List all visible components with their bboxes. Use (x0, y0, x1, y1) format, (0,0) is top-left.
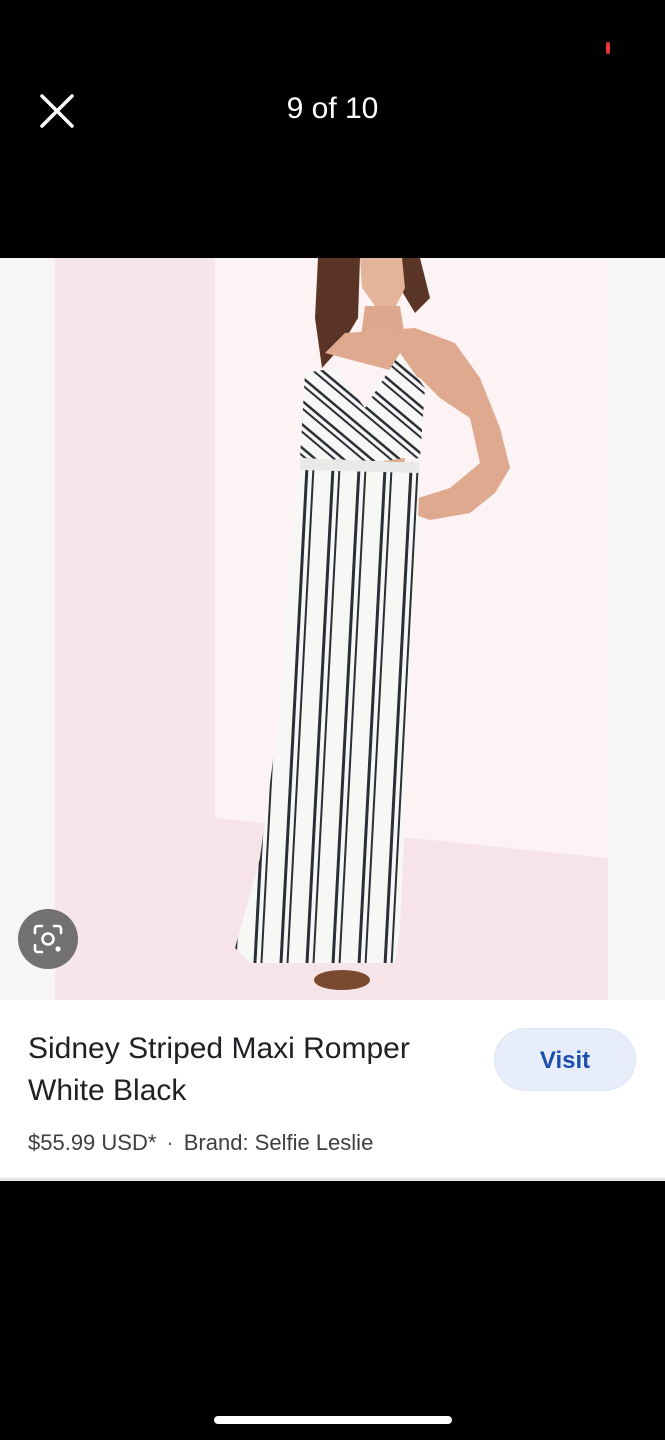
truncated-description-edge (0, 1178, 665, 1181)
product-meta: $55.99 USD* · Brand: Selfie Leslie (28, 1130, 373, 1156)
product-title[interactable]: Sidney Striped Maxi Romper White Black (28, 1028, 468, 1112)
visit-button[interactable]: Visit (494, 1028, 636, 1091)
recording-indicator (606, 42, 610, 54)
home-indicator[interactable] (214, 1416, 452, 1424)
product-image[interactable] (0, 258, 665, 1000)
lens-search-icon (33, 924, 63, 954)
product-price: $55.99 USD* (28, 1130, 157, 1155)
meta-separator: · (166, 1130, 174, 1155)
image-counter: 9 of 10 (286, 92, 379, 125)
product-brand: Brand: Selfie Leslie (183, 1130, 374, 1155)
product-photo-illustration (0, 258, 665, 1000)
lens-button[interactable] (18, 909, 78, 969)
product-info-card: Sidney Striped Maxi Romper White Black V… (0, 1000, 665, 1181)
viewer-header: 9 of 10 (0, 0, 665, 258)
